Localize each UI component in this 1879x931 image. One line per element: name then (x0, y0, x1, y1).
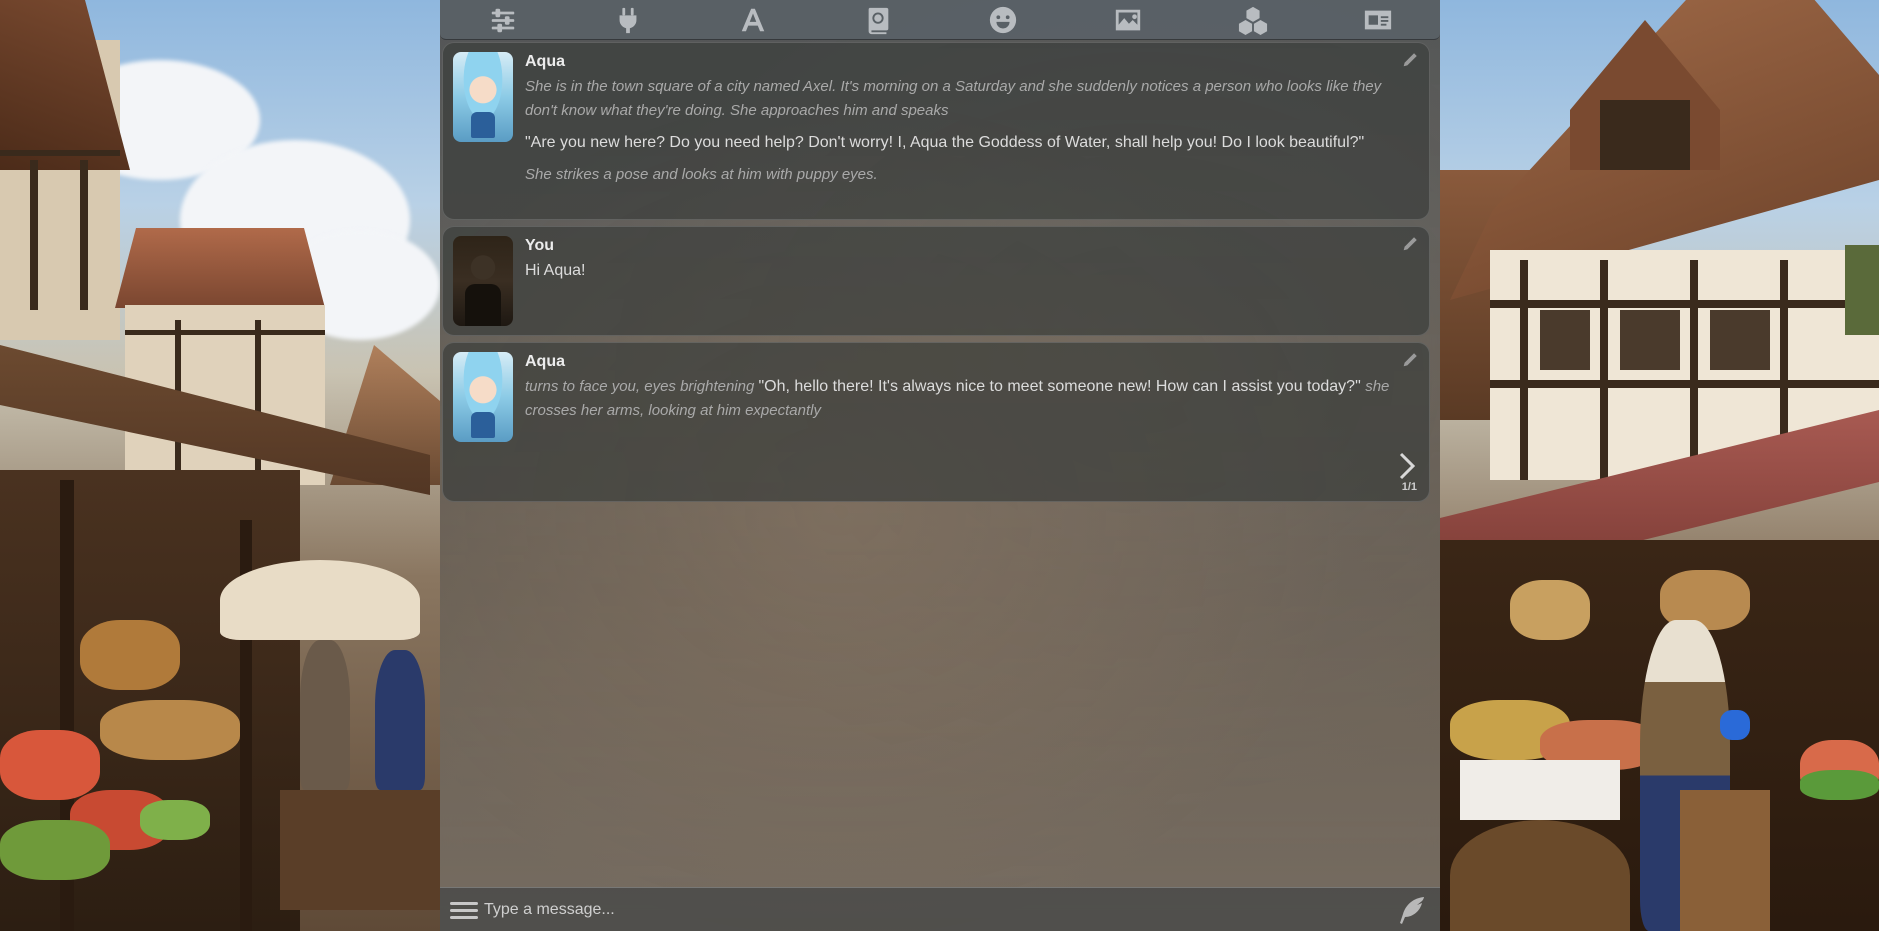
font-icon[interactable] (735, 2, 771, 38)
message-narration: turns to face you, eyes brightening (525, 378, 759, 395)
avatar[interactable] (453, 352, 513, 442)
message-body: Aqua She is in the town square of a city… (525, 51, 1417, 195)
timber (125, 330, 325, 335)
message-author: Aqua (525, 353, 565, 370)
produce-tomatoes (0, 730, 100, 800)
message-input-bar (440, 887, 1440, 931)
produce-greens (140, 800, 210, 840)
dormer-window (1600, 100, 1690, 170)
swipe-counter: 1/1 (1401, 481, 1417, 493)
cubes-icon[interactable] (1235, 2, 1271, 38)
crate (280, 790, 440, 910)
produce-bread (80, 620, 180, 690)
chat-message: Aqua She is in the town square of a city… (442, 42, 1430, 220)
chat-log: Aqua She is in the town square of a city… (442, 42, 1430, 508)
plug-icon[interactable] (610, 2, 646, 38)
message-body: Aqua turns to face you, eyes brightening… (525, 351, 1417, 431)
chat-panel: Aqua She is in the town square of a city… (440, 0, 1440, 931)
hamburger-menu-icon[interactable] (450, 898, 478, 922)
message-text: turns to face you, eyes brightening "Oh,… (525, 375, 1417, 423)
message-narration: She is in the town square of a city name… (525, 78, 1382, 119)
smile-icon[interactable] (985, 2, 1021, 38)
table-cloth (1460, 760, 1620, 820)
produce-greens (0, 820, 110, 880)
stall-lights (1510, 580, 1590, 640)
message-author: Aqua (525, 53, 565, 70)
window (1540, 310, 1590, 370)
pencil-icon[interactable] (1401, 235, 1419, 253)
message-author: You (525, 237, 555, 254)
top-toolbar (440, 0, 1440, 40)
message-input[interactable] (484, 894, 1384, 926)
avatar[interactable] (453, 236, 513, 326)
timber (1490, 300, 1879, 308)
sliders-icon[interactable] (485, 2, 521, 38)
chat-message: You Hi Aqua! (442, 226, 1430, 336)
chat-message: Aqua turns to face you, eyes brightening… (442, 342, 1430, 502)
message-speech: Hi Aqua! (525, 262, 586, 279)
timber (1690, 260, 1698, 480)
window (1620, 310, 1680, 370)
feather-send-icon[interactable] (1396, 894, 1428, 926)
message-speech: "Oh, hello there! It's always nice to me… (758, 378, 1366, 395)
chevron-right-icon[interactable] (1395, 451, 1419, 481)
timber (1520, 260, 1528, 480)
message-body: You Hi Aqua! (525, 235, 1417, 291)
message-speech: "Are you new here? Do you need help? Don… (525, 134, 1365, 151)
timber (1600, 260, 1608, 480)
book-icon[interactable] (860, 2, 896, 38)
pencil-icon[interactable] (1401, 351, 1419, 369)
message-narration: She strikes a pose and looks at him with… (525, 166, 878, 183)
window (1710, 310, 1770, 370)
produce-bread (100, 700, 240, 760)
blue-cloth (1720, 710, 1750, 740)
image-icon[interactable] (1110, 2, 1146, 38)
roof-center-left (115, 228, 325, 308)
pencil-icon[interactable] (1401, 51, 1419, 69)
crate (1680, 790, 1770, 931)
timber (80, 160, 88, 310)
produce-greens (1800, 770, 1879, 800)
timber (1490, 380, 1879, 388)
villager (375, 650, 425, 790)
avatar[interactable] (453, 52, 513, 142)
timber (30, 160, 38, 310)
timber (0, 150, 120, 156)
id-card-icon[interactable] (1360, 2, 1396, 38)
umbrella (220, 560, 420, 640)
shutter (1845, 245, 1879, 335)
villager (300, 640, 350, 790)
cart-wheel (1450, 820, 1630, 931)
